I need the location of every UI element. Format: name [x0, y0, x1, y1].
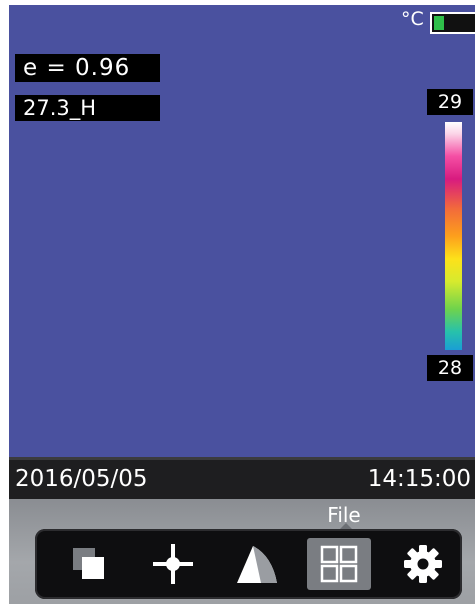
info-bar: 2016/05/05 14:15:00 — [9, 457, 475, 499]
settings-button[interactable] — [391, 538, 455, 590]
temperature-unit: °C — [401, 8, 424, 30]
gear-icon — [404, 545, 442, 583]
date-label: 2016/05/05 — [15, 466, 148, 492]
image-copy-button[interactable] — [57, 538, 121, 590]
file-grid-icon — [320, 545, 358, 583]
color-scale-bar — [445, 122, 462, 350]
spot-button[interactable] — [141, 538, 205, 590]
scale-min-label: 28 — [427, 355, 473, 381]
palette-button[interactable] — [225, 538, 289, 590]
palette-icon — [237, 546, 277, 583]
toolbar — [35, 529, 462, 599]
file-button[interactable] — [307, 538, 371, 590]
scale-max-label: 29 — [427, 89, 473, 115]
battery-icon — [430, 12, 475, 34]
thermal-screen: °C e = 0.96 27.3_H 29 28 2016/05/05 14:1… — [9, 5, 475, 604]
image-copy-icon — [73, 548, 104, 579]
measurement-mode-label: 27.3_H — [15, 95, 160, 121]
time-label: 14:15:00 — [367, 466, 471, 492]
spot-crosshair-icon — [153, 544, 193, 584]
menu-area: File — [9, 499, 475, 604]
emissivity-label: e = 0.96 — [15, 54, 160, 82]
status-bar: °C — [9, 5, 475, 41]
